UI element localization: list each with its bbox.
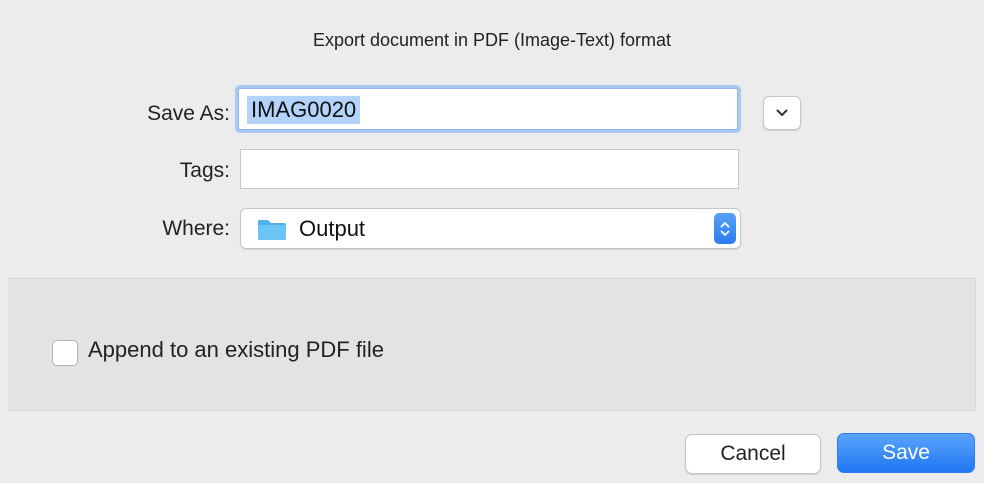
where-label: Where:: [162, 217, 230, 240]
tags-label: Tags:: [179, 159, 230, 182]
append-checkbox[interactable]: [52, 340, 78, 366]
folder-icon: [258, 220, 286, 240]
save-as-input[interactable]: IMAG0020: [238, 88, 738, 130]
save-as-label: Save As:: [147, 102, 230, 125]
append-checkbox-label[interactable]: Append to an existing PDF file: [88, 337, 384, 363]
where-popup-button[interactable]: Output: [240, 208, 741, 249]
cancel-button[interactable]: Cancel: [685, 434, 821, 474]
export-dialog: Export document in PDF (Image-Text) form…: [0, 0, 984, 483]
expand-dialog-button[interactable]: [763, 96, 801, 130]
dialog-title: Export document in PDF (Image-Text) form…: [312, 30, 672, 50]
chevron-down-icon: [776, 109, 788, 116]
up-down-chevron-icon: [714, 213, 736, 244]
tags-input[interactable]: [240, 149, 739, 189]
export-options-panel: Append to an existing PDF file: [8, 278, 976, 411]
save-button[interactable]: Save: [837, 433, 975, 473]
where-selected-value: Output: [299, 216, 366, 241]
save-as-value: IMAG0020: [247, 96, 361, 124]
